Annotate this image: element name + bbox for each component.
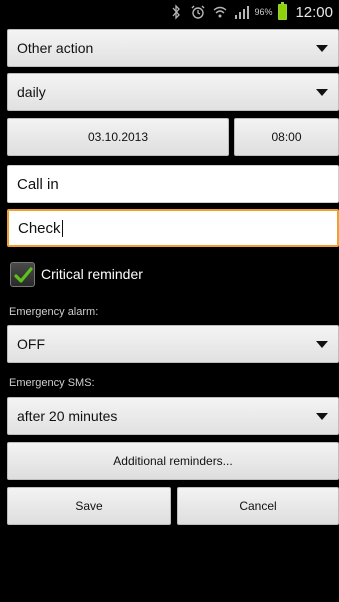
action-select[interactable]: Other action bbox=[7, 29, 339, 67]
battery-icon bbox=[278, 2, 288, 20]
critical-reminder-label: Critical reminder bbox=[41, 266, 143, 282]
additional-reminders-button[interactable]: Additional reminders... bbox=[7, 442, 339, 480]
signal-icon bbox=[234, 4, 250, 20]
critical-reminder-row[interactable]: Critical reminder bbox=[10, 260, 143, 288]
critical-reminder-checkbox[interactable] bbox=[10, 261, 35, 287]
text-cursor bbox=[61, 219, 63, 237]
bluetooth-icon bbox=[168, 4, 184, 20]
title-field[interactable]: Call in bbox=[7, 165, 339, 203]
date-button[interactable]: 03.10.2013 bbox=[7, 118, 229, 156]
emergency-sms-label: Emergency SMS: bbox=[9, 377, 95, 389]
emergency-sms-select[interactable]: after 20 minutes bbox=[7, 397, 339, 435]
cancel-button-label: Cancel bbox=[239, 499, 277, 513]
save-button[interactable]: Save bbox=[7, 487, 171, 525]
note-field-value: Check bbox=[18, 219, 61, 237]
battery-percent: 96% bbox=[254, 7, 273, 17]
cancel-button[interactable]: Cancel bbox=[177, 487, 339, 525]
action-select-value: Other action bbox=[17, 40, 94, 56]
status-bar: 96% 12:00 bbox=[0, 0, 339, 24]
wifi-icon bbox=[212, 4, 228, 20]
time-button[interactable]: 08:00 bbox=[234, 118, 339, 156]
chevron-down-icon bbox=[316, 413, 328, 420]
additional-reminders-label: Additional reminders... bbox=[113, 454, 233, 468]
time-button-label: 08:00 bbox=[271, 130, 302, 144]
note-field[interactable]: Check bbox=[7, 209, 339, 247]
save-button-label: Save bbox=[75, 499, 103, 513]
frequency-select[interactable]: daily bbox=[7, 73, 339, 111]
date-button-label: 03.10.2013 bbox=[87, 130, 149, 144]
chevron-down-icon bbox=[316, 45, 328, 52]
emergency-alarm-label: Emergency alarm: bbox=[9, 306, 99, 318]
chevron-down-icon bbox=[316, 341, 328, 348]
frequency-select-value: daily bbox=[17, 84, 46, 100]
alarm-icon bbox=[190, 4, 206, 20]
clock: 12:00 bbox=[295, 3, 333, 21]
title-field-value: Call in bbox=[17, 175, 59, 193]
chevron-down-icon bbox=[316, 89, 328, 96]
emergency-alarm-select[interactable]: OFF bbox=[7, 325, 339, 363]
emergency-alarm-value: OFF bbox=[17, 336, 45, 352]
emergency-sms-value: after 20 minutes bbox=[17, 408, 118, 424]
checkmark-icon bbox=[14, 266, 33, 283]
